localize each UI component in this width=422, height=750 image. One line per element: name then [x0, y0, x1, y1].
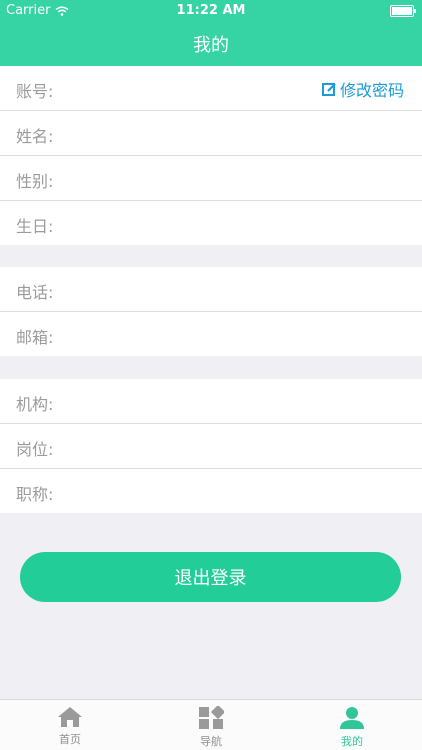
tab-home-label: 首页: [59, 733, 81, 746]
person-icon: [340, 707, 364, 729]
phone-label: 电话:: [16, 283, 54, 302]
logout-button[interactable]: 退出登录: [20, 552, 401, 602]
tab-bar: 首页 导航 我的: [0, 699, 422, 750]
profile-group-work: 机构: 岗位: 职称:: [0, 379, 422, 513]
row-birthday: 生日:: [0, 201, 422, 245]
row-phone: 电话:: [0, 267, 422, 312]
edit-icon: [321, 82, 336, 96]
tab-navigation[interactable]: 导航: [171, 706, 251, 749]
navigation-header: Carrier 11:22 AM 我的: [0, 0, 422, 66]
status-time: 11:22 AM: [176, 3, 246, 18]
row-account: 账号: 修改密码: [0, 66, 422, 111]
profile-group-contact: 电话: 邮箱:: [0, 267, 422, 356]
tab-home[interactable]: 首页: [30, 706, 110, 747]
gender-label: 性别:: [16, 172, 54, 191]
row-email: 邮箱:: [0, 312, 422, 356]
position-label: 岗位:: [16, 440, 54, 459]
tab-navigation-label: 导航: [200, 735, 222, 748]
status-bar: Carrier 11:22 AM: [0, 0, 422, 22]
edit-password-button[interactable]: 修改密码: [321, 77, 404, 101]
page-title: 我的: [193, 35, 229, 56]
row-title: 职称:: [0, 469, 422, 513]
birthday-label: 生日:: [16, 217, 54, 236]
organization-label: 机构:: [16, 395, 54, 414]
row-name: 姓名:: [0, 111, 422, 156]
grid-icon: [199, 706, 224, 729]
profile-group-basic: 账号: 修改密码 姓名: 性别: 生日:: [0, 66, 422, 245]
row-position: 岗位:: [0, 424, 422, 469]
home-icon: [58, 707, 82, 727]
email-label: 邮箱:: [16, 328, 54, 347]
tab-mine[interactable]: 我的: [312, 706, 392, 749]
account-label: 账号:: [16, 82, 54, 101]
job-title-label: 职称:: [16, 485, 54, 504]
tab-mine-label: 我的: [341, 735, 363, 748]
name-label: 姓名:: [16, 127, 54, 146]
battery-icon: [390, 5, 416, 17]
row-gender: 性别:: [0, 156, 422, 201]
row-organization: 机构:: [0, 379, 422, 424]
edit-password-label: 修改密码: [339, 81, 404, 100]
